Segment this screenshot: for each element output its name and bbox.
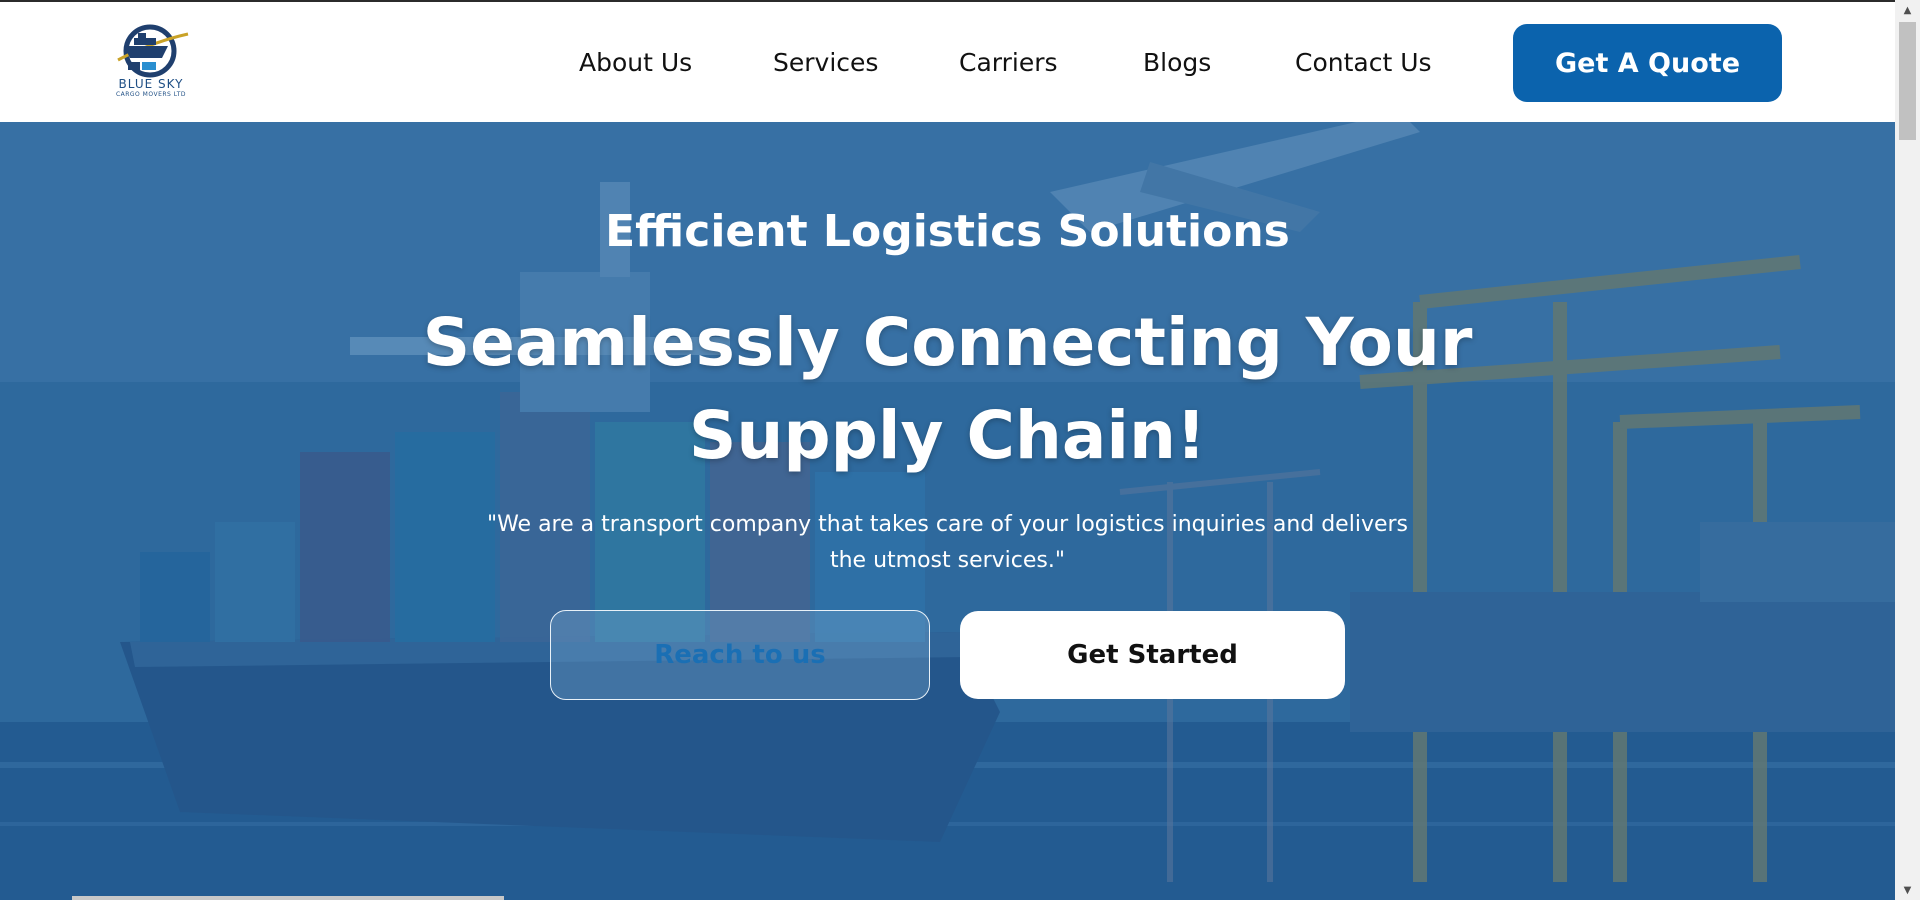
horizontal-scroll-indicator[interactable]: [72, 896, 504, 900]
get-started-button[interactable]: Get Started: [960, 611, 1345, 699]
hero-headline-line2: Supply Chain!: [688, 397, 1207, 474]
get-a-quote-button[interactable]: Get A Quote: [1513, 24, 1782, 102]
scroll-up-arrow-icon[interactable]: ▲: [1895, 0, 1920, 20]
hero-headline-line1: Seamlessly Connecting Your: [422, 304, 1473, 381]
brand-logo[interactable]: BLUE SKY CARGO MOVERS LTD: [112, 24, 190, 106]
nav-blogs[interactable]: Blogs: [1143, 46, 1211, 80]
nav-contact-us[interactable]: Contact Us: [1295, 46, 1432, 80]
brand-name: BLUE SKY: [118, 77, 184, 91]
nav-about-us[interactable]: About Us: [579, 46, 692, 80]
site-header: BLUE SKY CARGO MOVERS LTD About Us Servi…: [0, 0, 1895, 122]
hero-eyebrow: Efficient Logistics Solutions: [605, 206, 1290, 257]
scrollbar-thumb[interactable]: [1899, 22, 1916, 140]
hero-headline: Seamlessly Connecting Your Supply Chain!: [420, 296, 1475, 482]
nav-services[interactable]: Services: [773, 46, 878, 80]
viewport: BLUE SKY CARGO MOVERS LTD About Us Servi…: [0, 0, 1895, 900]
vertical-scrollbar[interactable]: ▲ ▼: [1895, 0, 1920, 900]
reach-to-us-button[interactable]: Reach to us: [550, 610, 930, 700]
hero-section: Efficient Logistics Solutions Seamlessly…: [0, 122, 1895, 900]
scroll-down-arrow-icon[interactable]: ▼: [1895, 880, 1920, 900]
nav-carriers[interactable]: Carriers: [959, 46, 1058, 80]
ship-logo-icon: [117, 24, 189, 78]
hero-tagline: "We are a transport company that takes c…: [486, 512, 1409, 573]
brand-subtitle: CARGO MOVERS LTD: [115, 91, 187, 98]
